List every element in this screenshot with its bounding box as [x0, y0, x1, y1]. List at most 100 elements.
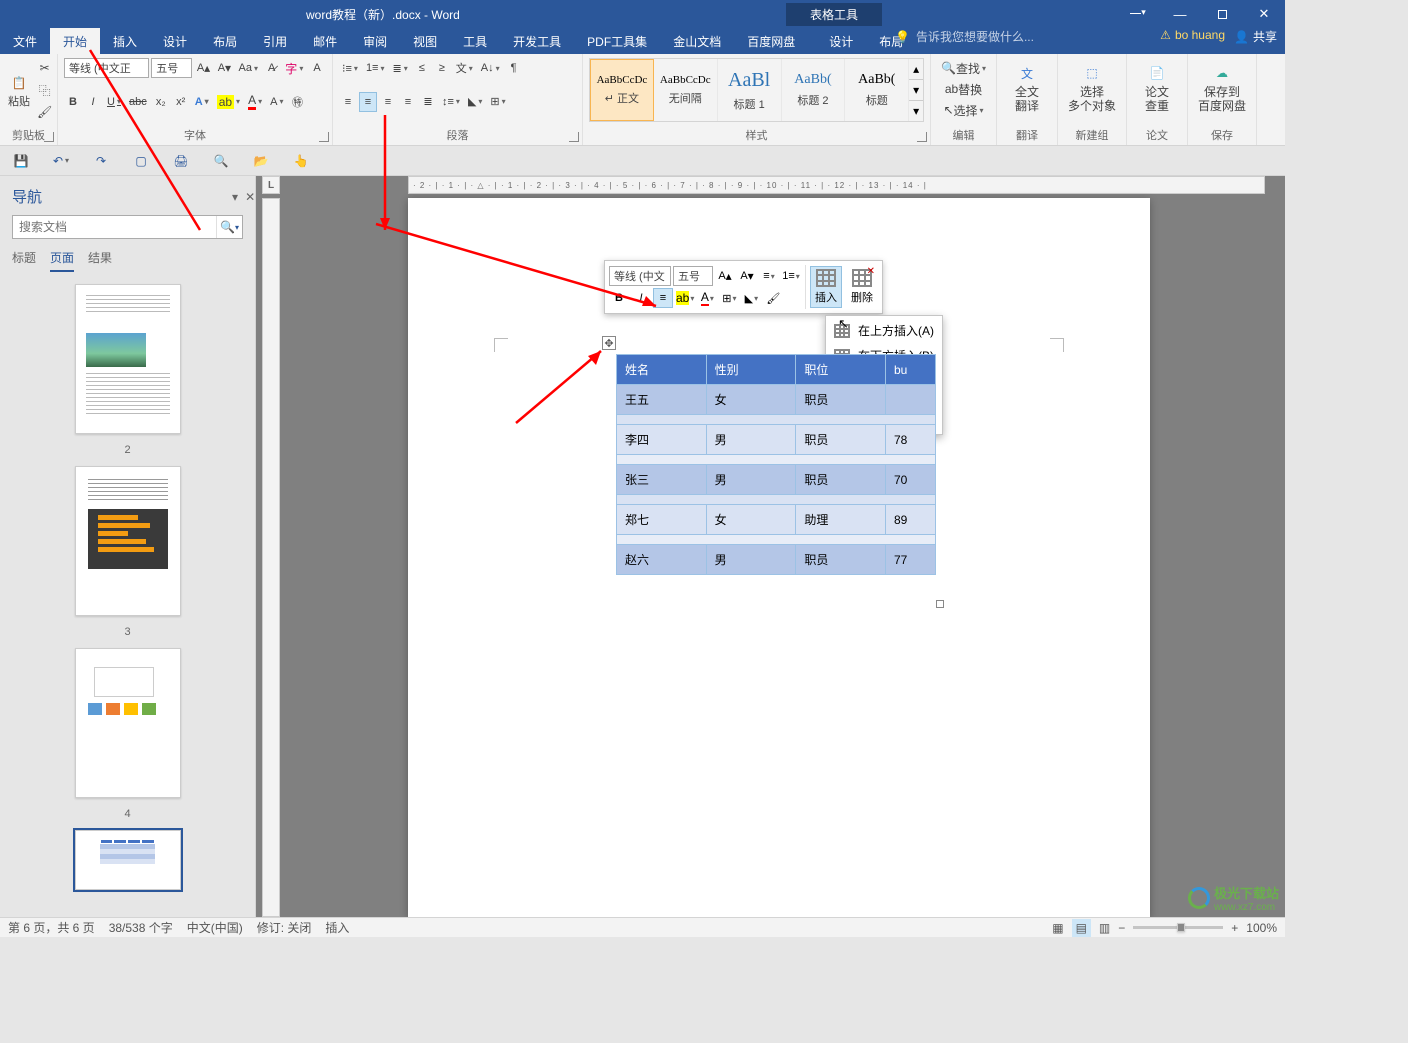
- font-size-combo[interactable]: 五号: [151, 58, 192, 78]
- mini-numbering[interactable]: 1≡: [781, 266, 801, 286]
- tab-view[interactable]: 视图: [400, 28, 450, 54]
- underline-button[interactable]: U: [104, 92, 124, 112]
- nav-search-input[interactable]: [13, 216, 216, 238]
- tab-home[interactable]: 开始: [50, 28, 100, 54]
- new-button[interactable]: ▢: [132, 152, 150, 170]
- mini-shading[interactable]: ◣: [741, 288, 761, 308]
- ribbon-options-icon[interactable]: ▾: [1117, 0, 1159, 28]
- tab-baidu[interactable]: 百度网盘: [734, 28, 808, 54]
- tab-review[interactable]: 审阅: [350, 28, 400, 54]
- zoom-slider[interactable]: [1133, 926, 1223, 929]
- tab-developer[interactable]: 开发工具: [500, 28, 574, 54]
- mini-bullets[interactable]: ≡: [759, 266, 779, 286]
- open-button[interactable]: 📂: [252, 152, 270, 170]
- nav-search-box[interactable]: 🔍▾: [12, 215, 243, 239]
- phonetic-guide-button[interactable]: 字: [283, 58, 306, 78]
- tab-design[interactable]: 设计: [150, 28, 200, 54]
- save-button[interactable]: 💾: [12, 152, 30, 170]
- format-painter-button[interactable]: 🖌: [34, 102, 55, 122]
- shrink-font-button[interactable]: A▾: [215, 58, 234, 78]
- paste-button[interactable]: 📋 粘贴: [6, 58, 32, 122]
- borders-button[interactable]: ⊞: [487, 92, 508, 112]
- font-dialog-launcher[interactable]: [319, 132, 329, 142]
- mini-delete-button[interactable]: ✕删除: [846, 267, 878, 307]
- mini-format-painter[interactable]: 🖌: [763, 288, 783, 308]
- cell[interactable]: 职员: [796, 465, 886, 495]
- styles-scroll-down[interactable]: ▾: [909, 80, 923, 101]
- spacer-row[interactable]: [617, 415, 936, 425]
- print-preview-button[interactable]: 🔍: [212, 152, 230, 170]
- status-insert[interactable]: 插入: [325, 919, 349, 936]
- tab-pdf[interactable]: PDF工具集: [574, 28, 660, 54]
- page-thumbnail-3[interactable]: [75, 466, 181, 616]
- cell[interactable]: 女: [706, 505, 796, 535]
- align-right-button[interactable]: ≡: [379, 92, 397, 112]
- spacer-row[interactable]: [617, 495, 936, 505]
- font-color-button[interactable]: A: [245, 92, 265, 112]
- undo-button[interactable]: ↶: [52, 152, 70, 170]
- mini-size-combo[interactable]: 五号: [673, 266, 713, 286]
- find-button[interactable]: 🔍查找: [937, 58, 990, 78]
- spacer-row[interactable]: [617, 535, 936, 545]
- italic-button[interactable]: I: [84, 92, 102, 112]
- increase-indent-button[interactable]: ≥: [433, 58, 451, 78]
- view-web-layout[interactable]: ▥: [1099, 921, 1110, 935]
- horizontal-ruler[interactable]: · 2 · | · 1 · | · △ · | · 1 · | · 2 · | …: [408, 176, 1265, 194]
- strikethrough-button[interactable]: abc: [126, 92, 150, 112]
- grow-font-button[interactable]: A▴: [194, 58, 213, 78]
- touch-mode-button[interactable]: 👆: [292, 152, 310, 170]
- zoom-in[interactable]: +: [1231, 921, 1238, 935]
- styles-dialog-launcher[interactable]: [917, 132, 927, 142]
- justify-button[interactable]: ≡: [399, 92, 417, 112]
- highlight-button[interactable]: ab: [214, 92, 243, 112]
- tab-jinshan[interactable]: 金山文档: [660, 28, 734, 54]
- cell[interactable]: 78: [886, 425, 936, 455]
- bold-button[interactable]: B: [64, 92, 82, 112]
- status-page[interactable]: 第 6 页，共 6 页: [8, 919, 95, 936]
- style-normal[interactable]: AaBbCcDc↵ 正文: [590, 59, 654, 121]
- cell[interactable]: 70: [886, 465, 936, 495]
- character-border-button[interactable]: A: [308, 58, 326, 78]
- change-case-button[interactable]: Aa: [236, 58, 261, 78]
- status-words[interactable]: 38/538 个字: [109, 919, 173, 936]
- sort-button[interactable]: A↓: [478, 58, 503, 78]
- nav-options-button[interactable]: ▾: [232, 190, 238, 204]
- tell-me-search[interactable]: 💡告诉我您想要做什么...: [895, 28, 1034, 45]
- cell[interactable]: 男: [706, 465, 796, 495]
- subscript-button[interactable]: x₂: [152, 92, 170, 112]
- copy-button[interactable]: ⿻: [34, 80, 55, 100]
- zoom-level[interactable]: 100%: [1246, 921, 1277, 935]
- mini-grow-font[interactable]: A▴: [715, 266, 735, 286]
- multilevel-button[interactable]: ≣: [390, 58, 411, 78]
- mini-bold[interactable]: B: [609, 288, 629, 308]
- maximize-button[interactable]: [1201, 0, 1243, 28]
- style-heading1[interactable]: AaBl标题 1: [718, 59, 782, 121]
- ruler-corner[interactable]: L: [262, 176, 280, 194]
- cell[interactable]: 职员: [796, 425, 886, 455]
- styles-gallery[interactable]: AaBbCcDc↵ 正文 AaBbCcDc无间隔 AaBl标题 1 AaBb(标…: [589, 58, 924, 122]
- nav-tab-results[interactable]: 结果: [88, 249, 112, 272]
- cell[interactable]: 郑七: [617, 505, 707, 535]
- clear-format-button[interactable]: A̷: [263, 58, 281, 78]
- nav-close-button[interactable]: ✕: [245, 190, 255, 204]
- select-objects-button[interactable]: ⬚选择多个对象: [1064, 58, 1120, 118]
- style-title[interactable]: AaBb(标题: [845, 59, 909, 121]
- table-resize-handle[interactable]: [936, 600, 944, 608]
- cell[interactable]: 李四: [617, 425, 707, 455]
- cut-button[interactable]: ✂: [34, 58, 55, 78]
- nav-tab-headings[interactable]: 标题: [12, 249, 36, 272]
- cell[interactable]: 王五: [617, 385, 707, 415]
- redo-button[interactable]: ↷: [92, 152, 110, 170]
- tab-table-design[interactable]: 设计: [816, 28, 866, 54]
- tab-mailings[interactable]: 邮件: [300, 28, 350, 54]
- save-baidu-button[interactable]: ☁保存到百度网盘: [1194, 58, 1250, 118]
- search-icon[interactable]: 🔍▾: [216, 216, 242, 238]
- spacer-row[interactable]: [617, 455, 936, 465]
- minimize-button[interactable]: —: [1159, 0, 1201, 28]
- tab-tools[interactable]: 工具: [450, 28, 500, 54]
- data-table[interactable]: 姓名 性别 职位 bu 王五女职员 李四男职员78 张三男职员70 郑七女助理8…: [616, 354, 936, 575]
- view-print-layout[interactable]: ▤: [1072, 919, 1091, 937]
- vertical-ruler[interactable]: [262, 198, 280, 917]
- bullets-button[interactable]: ⁝≡: [339, 58, 361, 78]
- nav-tab-pages[interactable]: 页面: [50, 249, 74, 272]
